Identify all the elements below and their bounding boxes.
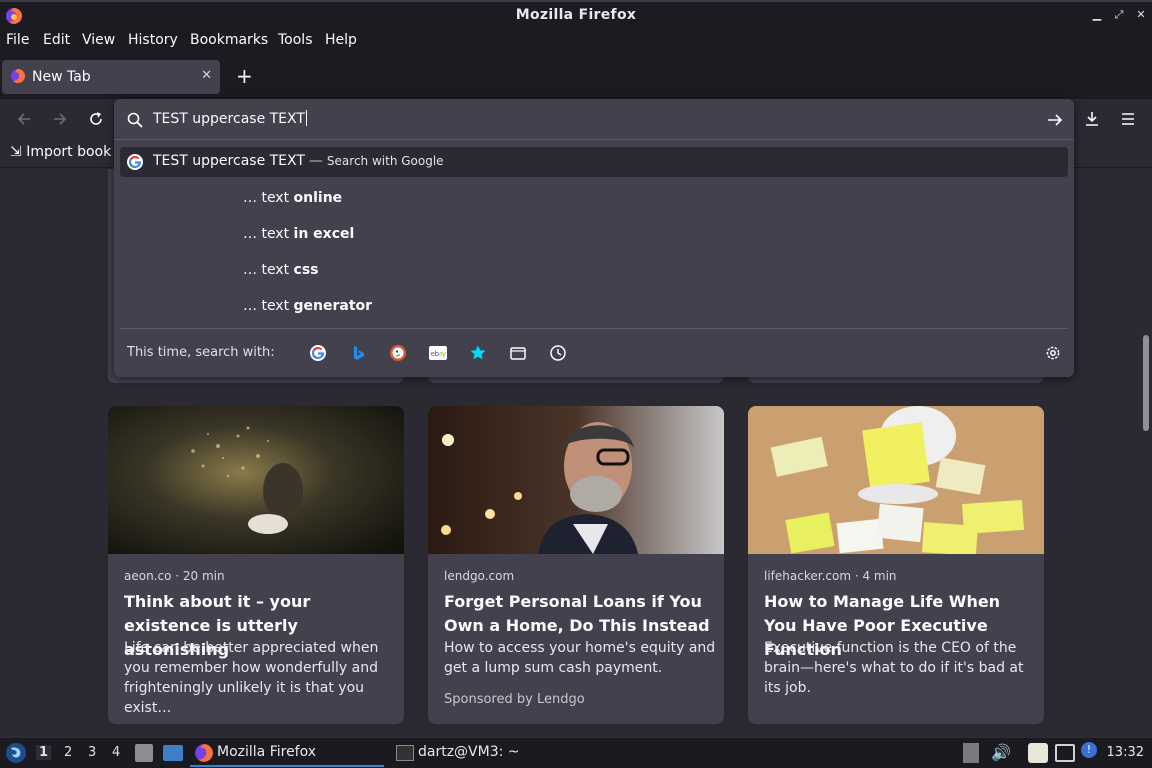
story-image-surfer (108, 406, 404, 554)
suggestion-prefix: … text (243, 190, 294, 206)
file-manager-icon[interactable] (135, 744, 153, 762)
updates-icon[interactable] (963, 743, 979, 763)
menu-history[interactable]: History (128, 32, 178, 48)
suggestion-prefix: … text (243, 298, 294, 314)
taskbar-firefox[interactable]: Mozilla Firefox (217, 744, 316, 760)
taskbar-terminal[interactable]: dartz@VM3: ~ (418, 744, 520, 760)
story-headline[interactable]: Forget Personal Loans if You Own a Home,… (444, 590, 714, 638)
suggestion-action: Search with Google (326, 154, 444, 168)
menu-help[interactable]: Help (325, 32, 357, 48)
tab-strip: New Tab ✕ + (0, 54, 1152, 99)
clock: 13:32 (1106, 745, 1144, 760)
minimize-icon[interactable]: ▁ (1090, 8, 1104, 22)
history-clock-icon[interactable] (549, 344, 567, 362)
menu-bookmarks[interactable]: Bookmarks (190, 32, 268, 48)
story-source: lifehacker.com · 4 min (764, 569, 897, 583)
suggestion-separator: — (308, 153, 323, 169)
bing-icon[interactable] (349, 344, 367, 362)
story-image-man-glasses (428, 406, 724, 554)
svg-text:y: y (442, 350, 446, 358)
menu-tools[interactable]: Tools (278, 32, 313, 48)
import-bookmarks-label: Import book (26, 144, 112, 160)
suggestion-completion: in excel (293, 226, 355, 242)
page-scrollbar[interactable] (1143, 335, 1149, 431)
urlbar-panel: TEST uppercase TEXT TEST uppercase TEXT —… (114, 99, 1074, 377)
ebay-icon[interactable]: e b a y (429, 344, 447, 362)
workspace-2[interactable]: 2 (64, 745, 72, 760)
workspace-4[interactable]: 4 (112, 745, 120, 760)
oneoff-label: This time, search with: (127, 345, 275, 360)
duckduckgo-icon[interactable] (389, 344, 407, 362)
suggestion-item[interactable]: … text css (243, 262, 319, 278)
story-excerpt: Executive function is the CEO of the bra… (764, 640, 1024, 696)
suggestion-completion: css (293, 262, 319, 278)
hamburger-menu-icon[interactable] (1119, 110, 1137, 128)
search-icon (127, 112, 143, 128)
suggestion-prefix: … text (243, 226, 294, 242)
reload-icon[interactable] (87, 110, 105, 128)
google-icon (127, 154, 143, 170)
menu-view[interactable]: View (82, 32, 115, 48)
clipboard-icon[interactable] (1028, 743, 1048, 763)
oneoff-divider (120, 328, 1068, 329)
story-excerpt: Life can be better appreciated when you … (124, 640, 379, 716)
import-bookmarks-button[interactable]: ⇲ Import book (10, 144, 111, 160)
close-window-icon[interactable]: ✕ (1134, 8, 1148, 22)
tabs-icon[interactable] (509, 344, 527, 362)
suggestion-query: TEST uppercase TEXT (153, 153, 305, 169)
suggestion-prefix: … text (243, 262, 294, 278)
firefox-favicon-icon (11, 69, 26, 84)
import-icon: ⇲ (10, 144, 22, 160)
menu-edit[interactable]: Edit (43, 32, 70, 48)
story-card-1[interactable]: aeon.co · 20 min Think about it – your e… (108, 406, 404, 724)
story-image-sticky-notes (748, 406, 1044, 554)
window-title: Mozilla Firefox (515, 7, 637, 23)
forward-arrow-icon[interactable] (51, 110, 69, 128)
new-tab-plus-icon[interactable]: + (236, 66, 253, 86)
terminal-icon (396, 745, 414, 761)
suggestion-item[interactable]: … text in excel (243, 226, 354, 242)
story-source: aeon.co · 20 min (124, 569, 225, 583)
bookmarks-star-icon[interactable] (469, 344, 487, 362)
google-icon[interactable] (309, 344, 327, 362)
maximize-icon[interactable]: ⤢ (1112, 8, 1126, 22)
go-arrow-icon[interactable] (1046, 111, 1064, 129)
back-arrow-icon[interactable] (15, 110, 33, 128)
search-settings-gear-icon[interactable] (1044, 344, 1062, 362)
suggestion-completion: online (293, 190, 343, 206)
suggestion-item[interactable]: … text online (243, 190, 342, 206)
suggestion-completion: generator (293, 298, 373, 314)
menu-bar: File Edit View History Bookmarks Tools H… (0, 29, 1152, 54)
tab-close-icon[interactable]: ✕ (201, 68, 212, 83)
downloads-icon[interactable] (1083, 110, 1101, 128)
workspace-1[interactable]: 1 (36, 745, 52, 760)
suggestion-item[interactable]: … text generator (243, 298, 372, 314)
url-input-text: TEST uppercase TEXT (153, 111, 305, 127)
urlbar-divider (114, 139, 1074, 140)
desktop-icon[interactable] (163, 745, 183, 761)
story-excerpt: How to access your home's equity and get… (444, 640, 716, 676)
tab-title: New Tab (32, 69, 91, 85)
notification-icon[interactable]: ! (1081, 742, 1097, 758)
story-card-2[interactable]: lendgo.com Forget Personal Loans if You … (428, 406, 724, 724)
suggestion-search-with-google[interactable]: TEST uppercase TEXT — Search with Google (120, 147, 1068, 177)
network-icon[interactable] (1055, 744, 1075, 762)
text-caret (305, 110, 307, 126)
tab-new-tab[interactable]: New Tab ✕ (2, 60, 220, 94)
firefox-task-icon (195, 744, 213, 762)
workspace-3[interactable]: 3 (88, 745, 96, 760)
story-source: lendgo.com (444, 569, 515, 583)
title-bar: Mozilla Firefox ▁ ⤢ ✕ (0, 0, 1152, 29)
start-menu-icon[interactable] (5, 742, 27, 764)
system-taskbar: 1 2 3 4 Mozilla Firefox dartz@VM3: ~ 🔊 !… (0, 737, 1152, 768)
story-card-3[interactable]: lifehacker.com · 4 min How to Manage Lif… (748, 406, 1044, 724)
volume-icon[interactable]: 🔊 (991, 743, 1011, 762)
active-task-indicator (190, 765, 384, 767)
sponsored-label: Sponsored by Lendgo (444, 692, 585, 707)
menu-file[interactable]: File (6, 32, 29, 48)
url-input[interactable]: TEST uppercase TEXT (153, 110, 307, 127)
